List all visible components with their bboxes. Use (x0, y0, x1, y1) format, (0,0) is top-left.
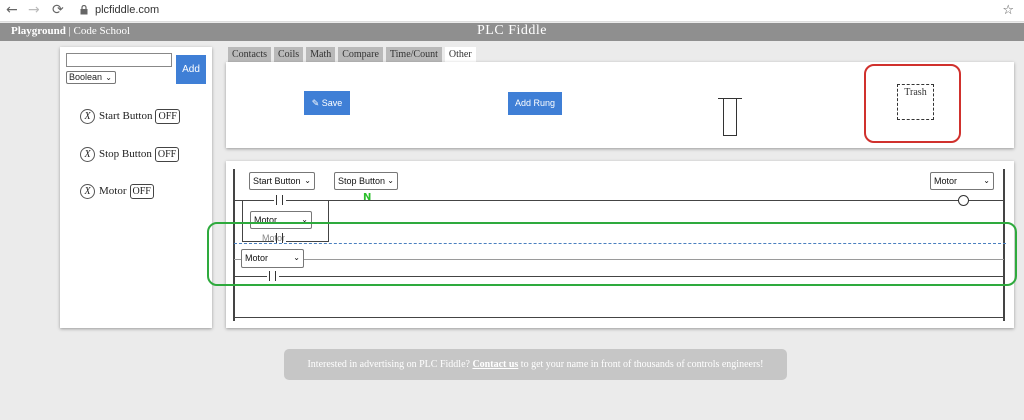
nc-contact-icon[interactable]: N (363, 192, 371, 203)
remove-tag-icon[interactable]: X (80, 108, 95, 124)
tab-time-count[interactable]: Time/Count (385, 47, 442, 62)
tag-panel: Boolean ⌄ Add X Start Button OFF X Stop … (60, 47, 212, 328)
tag-item-stop-button: X Stop Button OFF (80, 145, 180, 163)
tab-compare[interactable]: Compare (338, 47, 383, 62)
select-value: Start Button (253, 176, 301, 186)
no-contact-icon[interactable] (274, 195, 286, 205)
coil-icon[interactable] (958, 195, 969, 206)
save-label: Save (321, 98, 343, 108)
tag-state-toggle[interactable]: OFF (154, 146, 180, 162)
tab-coils[interactable]: Coils (274, 47, 304, 62)
instruction-tabs: Contacts Coils Math Compare Time/Count O… (228, 47, 479, 62)
tag-state-toggle[interactable]: OFF (155, 108, 180, 124)
tag-item-start-button: X Start Button OFF (80, 107, 180, 125)
branch-element-icon[interactable] (718, 98, 742, 136)
playground-link[interactable]: Playground (11, 25, 66, 37)
code-school-link[interactable]: Code School (74, 25, 131, 37)
reload-icon[interactable]: ⟳ (52, 3, 64, 17)
tab-other[interactable]: Other (444, 47, 476, 62)
bottom-rail (234, 317, 1004, 318)
tag-type-value: Boolean (69, 72, 103, 82)
ad-suffix: to get your name in front of thousands o… (520, 359, 764, 370)
tag-name-input[interactable] (66, 53, 172, 67)
nav-separator: | (68, 25, 71, 37)
save-button[interactable]: ✎ Save (304, 91, 350, 115)
contact-select-stop-button[interactable]: Stop Button ⌄ (334, 172, 398, 190)
contact-select-start-button[interactable]: Start Button ⌄ (249, 172, 315, 190)
ad-prefix: Interested in advertising on PLC Fiddle? (307, 359, 470, 370)
tab-contacts[interactable]: Contacts (228, 47, 271, 62)
tag-name: Start Button (99, 110, 153, 122)
back-arrow-icon[interactable]: ← (6, 3, 18, 17)
app-header: PLC Fiddle Playground | Code School (0, 23, 1024, 41)
app-title: PLC Fiddle (477, 23, 547, 38)
lock-icon (80, 5, 88, 15)
advertising-banner: Interested in advertising on PLC Fiddle?… (284, 349, 787, 380)
address-bar[interactable]: plcfiddle.com (95, 4, 159, 16)
chevron-down-icon: ⌄ (105, 73, 112, 82)
tag-name: Stop Button (99, 148, 152, 160)
forward-arrow-icon[interactable]: → (28, 3, 40, 17)
remove-tag-icon[interactable]: X (80, 183, 95, 199)
bookmark-star-icon[interactable]: ☆ (1002, 3, 1014, 18)
add-rung-button[interactable]: Add Rung (508, 92, 562, 115)
select-value: Motor (934, 176, 958, 186)
chevron-down-icon: ⌄ (387, 176, 394, 185)
chevron-down-icon: ⌄ (304, 176, 311, 185)
chevron-down-icon: ⌄ (983, 176, 990, 185)
trash-highlight-annotation (864, 64, 961, 143)
select-value: Stop Button (338, 176, 386, 186)
tag-type-select[interactable]: Boolean ⌄ (66, 71, 116, 84)
header-nav: Playground | Code School (11, 25, 130, 37)
remove-tag-icon[interactable]: X (80, 146, 95, 162)
pencil-icon: ✎ (311, 98, 322, 108)
tag-state-toggle[interactable]: OFF (129, 183, 154, 199)
drop-zone-highlight-annotation (207, 222, 1017, 286)
coil-select-motor[interactable]: Motor ⌄ (930, 172, 994, 190)
tab-math[interactable]: Math (306, 47, 336, 62)
tag-item-motor: X Motor OFF (80, 182, 154, 200)
add-tag-button[interactable]: Add (176, 55, 206, 84)
tag-name: Motor (99, 185, 127, 197)
contact-us-link[interactable]: Contact us (472, 359, 518, 370)
toolbox-panel: ✎ Save Add Rung Trash (226, 62, 1014, 148)
rung-1-wire (234, 200, 1004, 201)
browser-toolbar: ← → ⟳ plcfiddle.com ☆ (0, 0, 1024, 22)
